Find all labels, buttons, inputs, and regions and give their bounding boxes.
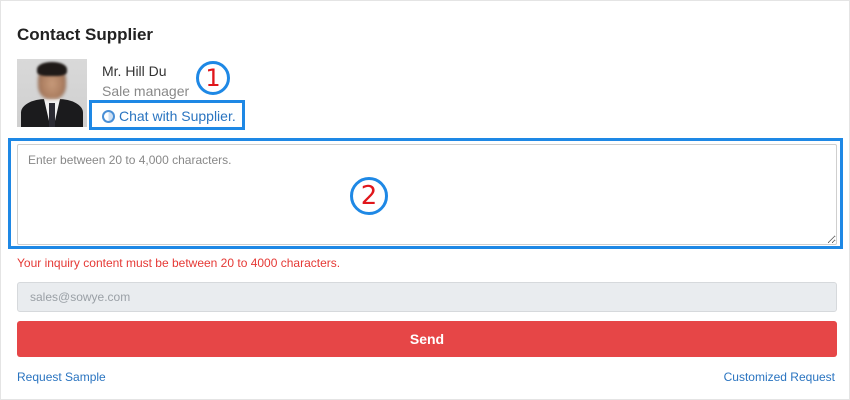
avatar	[17, 59, 87, 127]
email-field[interactable]	[17, 282, 837, 312]
inquiry-message-input[interactable]	[17, 144, 837, 245]
chat-with-supplier-link[interactable]: Chat with Supplier.	[102, 108, 236, 124]
avatar-hair	[37, 62, 67, 76]
chat-status-icon	[102, 109, 115, 123]
chat-link-label: Chat with Supplier.	[119, 108, 236, 124]
send-button[interactable]: Send	[17, 321, 837, 357]
supplier-name: Mr. Hill Du	[102, 63, 167, 79]
request-sample-link[interactable]: Request Sample	[17, 370, 106, 384]
customized-request-link[interactable]: Customized Request	[724, 370, 835, 384]
inquiry-error-message: Your inquiry content must be between 20 …	[17, 256, 341, 270]
supplier-role: Sale manager	[102, 83, 190, 99]
contact-supplier-card: Contact Supplier Mr. Hill Du Sale manage…	[0, 0, 850, 400]
annotation-marker-1: 1	[196, 61, 230, 95]
avatar-tie	[49, 103, 55, 127]
annotation-marker-2: 2	[350, 177, 388, 215]
page-title: Contact Supplier	[17, 25, 154, 44]
